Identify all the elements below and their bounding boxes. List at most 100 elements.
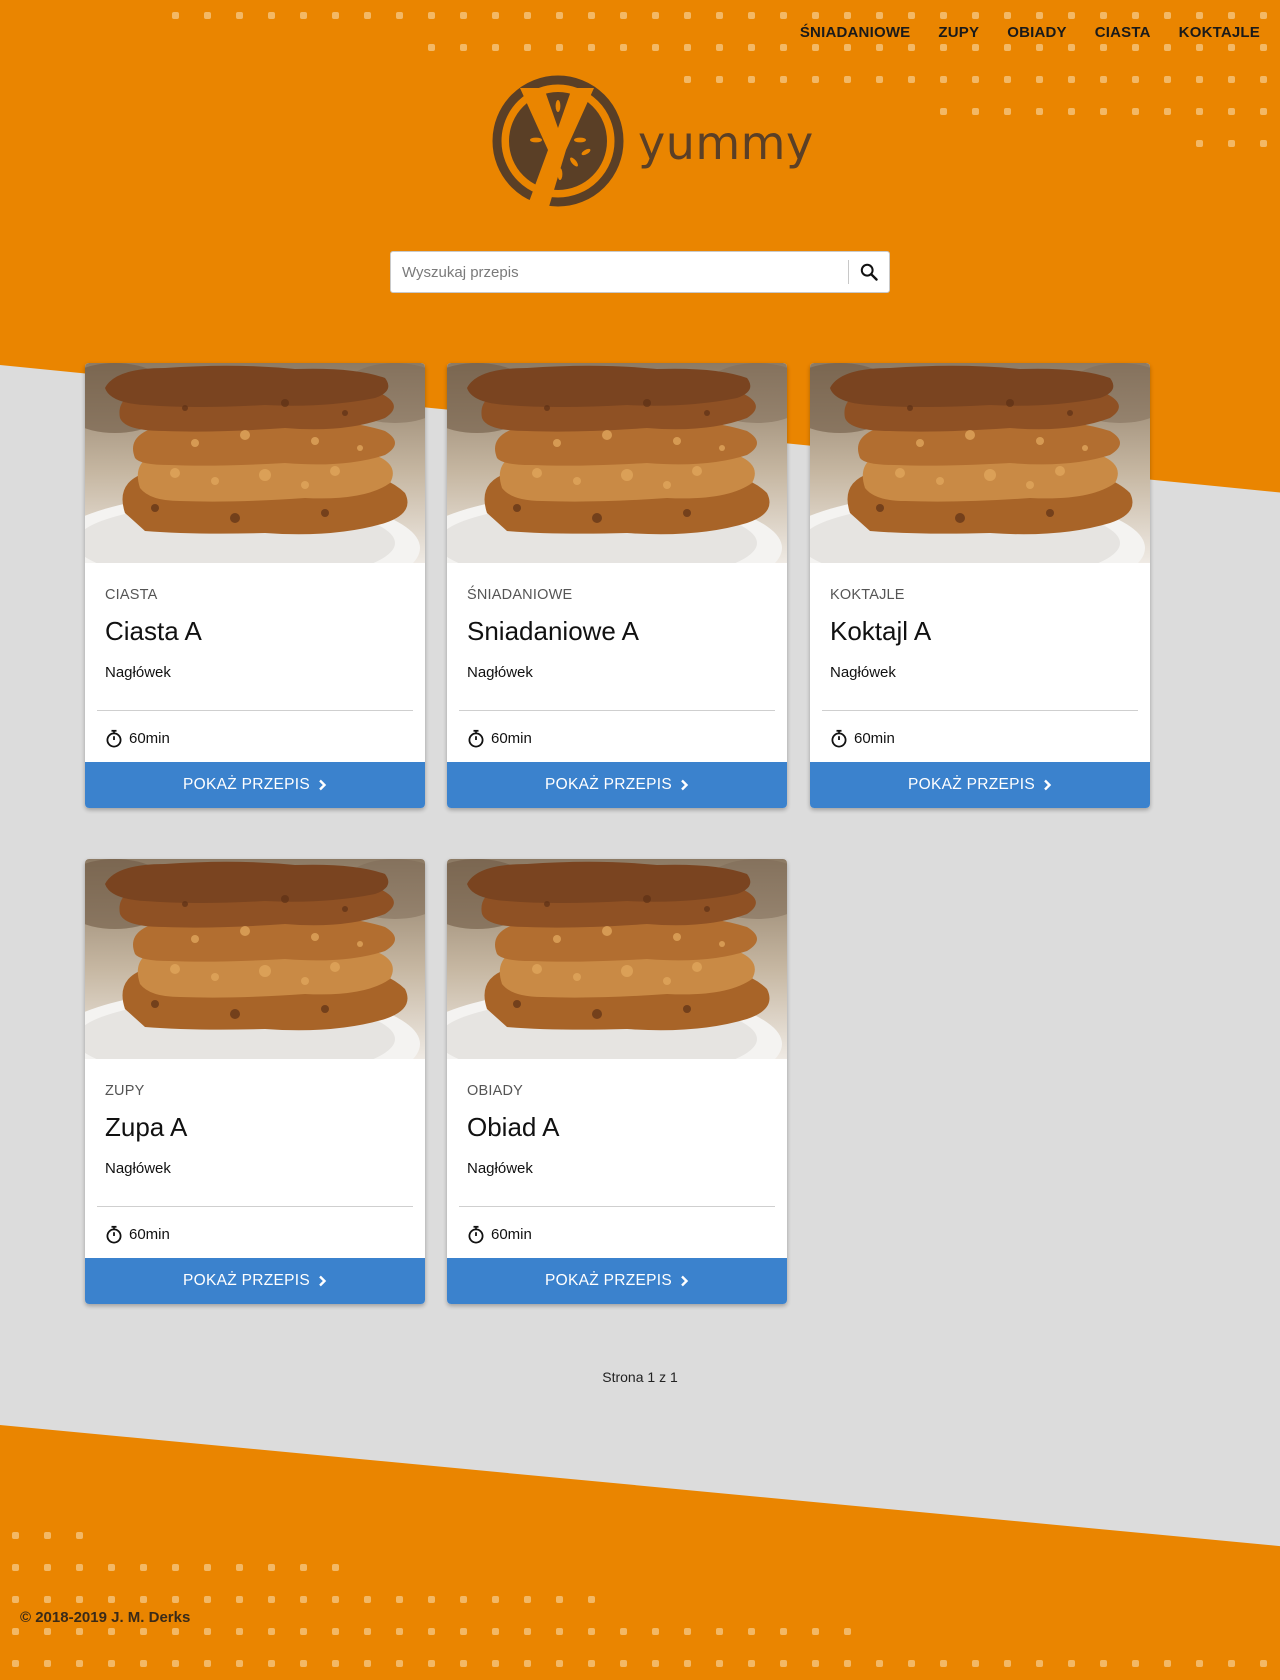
decor-dot bbox=[524, 44, 531, 51]
decor-dot bbox=[684, 12, 691, 19]
decor-dot bbox=[1164, 12, 1171, 19]
decor-dot bbox=[1260, 108, 1267, 115]
show-recipe-button[interactable]: POKAŻ PRZEPIS bbox=[447, 1258, 787, 1304]
show-recipe-label: POKAŻ PRZEPIS bbox=[182, 1272, 311, 1289]
decor-dot bbox=[12, 1628, 19, 1635]
decor-dot bbox=[492, 44, 499, 51]
decor-dot bbox=[300, 1596, 307, 1603]
recipe-photo[interactable] bbox=[810, 363, 1150, 563]
recipe-category: ŚNIADANIOWE bbox=[467, 587, 573, 603]
decor-dot bbox=[972, 1660, 979, 1667]
decor-dot bbox=[556, 1628, 563, 1635]
decor-dot bbox=[812, 12, 819, 19]
decor-dot bbox=[1260, 12, 1267, 19]
decor-dot bbox=[1228, 76, 1235, 83]
decor-dot bbox=[524, 12, 531, 19]
recipe-title: Ciasta A bbox=[105, 616, 202, 646]
recipe-photo[interactable] bbox=[85, 859, 425, 1059]
decor-dot bbox=[1004, 44, 1011, 51]
decor-dot bbox=[588, 1660, 595, 1667]
decor-dot bbox=[1100, 76, 1107, 83]
nav-koktajle[interactable]: KOKTAJLE bbox=[1179, 24, 1260, 41]
nav-sniadaniowe[interactable]: ŚNIADANIOWE bbox=[800, 24, 911, 41]
decor-dot bbox=[300, 1660, 307, 1667]
decor-dot bbox=[620, 44, 627, 51]
decor-dot bbox=[76, 1564, 83, 1571]
footer-copyright: © 2018-2019 J. M. Derks bbox=[20, 1609, 191, 1626]
decor-dot bbox=[556, 44, 563, 51]
decor-dot bbox=[972, 108, 979, 115]
decor-dot bbox=[652, 44, 659, 51]
decor-dot bbox=[556, 12, 563, 19]
decor-dot bbox=[844, 12, 851, 19]
decor-dot bbox=[780, 1628, 787, 1635]
decor-dot bbox=[1004, 1660, 1011, 1667]
decor-dot bbox=[1068, 108, 1075, 115]
decor-dot bbox=[876, 12, 883, 19]
decor-dot bbox=[492, 12, 499, 19]
nav-obiady[interactable]: OBIADY bbox=[1007, 24, 1067, 41]
decor-dot bbox=[556, 1596, 563, 1603]
decor-dot bbox=[1196, 108, 1203, 115]
recipe-photo[interactable] bbox=[447, 859, 787, 1059]
decor-dot bbox=[172, 1596, 179, 1603]
decor-dot bbox=[1036, 108, 1043, 115]
recipe-title: Zupa A bbox=[105, 1112, 188, 1142]
decor-dot bbox=[300, 12, 307, 19]
decor-dot bbox=[1164, 76, 1171, 83]
recipe-time: 60min bbox=[467, 1225, 532, 1244]
show-recipe-button[interactable]: POKAŻ PRZEPIS bbox=[85, 1258, 425, 1304]
decor-dot bbox=[1132, 76, 1139, 83]
recipe-card: CIASTA Ciasta A Nagłówek 60min POKAŻ PRZ… bbox=[85, 363, 425, 808]
decor-dot bbox=[748, 1660, 755, 1667]
decor-dot bbox=[268, 1596, 275, 1603]
decor-dot bbox=[716, 12, 723, 19]
search-button[interactable] bbox=[849, 252, 889, 292]
decor-dot bbox=[684, 1660, 691, 1667]
search-input[interactable] bbox=[391, 252, 848, 292]
recipe-category: KOKTAJLE bbox=[830, 587, 905, 603]
recipe-photo[interactable] bbox=[85, 363, 425, 563]
show-recipe-button[interactable]: POKAŻ PRZEPIS bbox=[810, 762, 1150, 808]
decor-dot bbox=[236, 1564, 243, 1571]
decor-dot bbox=[140, 1564, 147, 1571]
nav-ciasta[interactable]: CIASTA bbox=[1095, 24, 1151, 41]
decor-dot bbox=[1196, 44, 1203, 51]
show-recipe-label: POKAŻ PRZEPIS bbox=[544, 1272, 673, 1289]
decor-dot bbox=[332, 1628, 339, 1635]
decor-dot bbox=[1228, 44, 1235, 51]
show-recipe-label: POKAŻ PRZEPIS bbox=[182, 776, 311, 793]
decor-dot bbox=[204, 12, 211, 19]
decor-dot bbox=[364, 1660, 371, 1667]
decor-dot bbox=[1164, 108, 1171, 115]
decor-dot bbox=[1132, 108, 1139, 115]
decor-dot bbox=[44, 1628, 51, 1635]
decor-dot bbox=[652, 1660, 659, 1667]
decor-dot bbox=[620, 1660, 627, 1667]
nav-zupy[interactable]: ZUPY bbox=[938, 24, 979, 41]
decor-dot bbox=[1228, 1660, 1235, 1667]
decor-dot bbox=[1100, 108, 1107, 115]
decor-dot bbox=[460, 12, 467, 19]
decor-dot bbox=[428, 1596, 435, 1603]
decor-dot bbox=[44, 1564, 51, 1571]
decor-dot bbox=[44, 1532, 51, 1539]
decor-dot bbox=[364, 1628, 371, 1635]
recipe-subtitle: Nagłówek bbox=[830, 664, 896, 681]
decor-dot bbox=[652, 12, 659, 19]
show-recipe-button[interactable]: POKAŻ PRZEPIS bbox=[447, 762, 787, 808]
show-recipe-button[interactable]: POKAŻ PRZEPIS bbox=[85, 762, 425, 808]
decor-dot bbox=[1036, 44, 1043, 51]
citrus-logo-icon bbox=[492, 75, 624, 210]
recipe-time-value: 60min bbox=[491, 730, 532, 747]
decor-dot bbox=[1036, 12, 1043, 19]
decor-dot bbox=[108, 1628, 115, 1635]
decor-dot bbox=[300, 1628, 307, 1635]
decor-dot bbox=[12, 1660, 19, 1667]
decor-dot bbox=[1004, 108, 1011, 115]
decor-dot bbox=[972, 44, 979, 51]
site-logo[interactable]: yummy bbox=[490, 70, 814, 212]
stopwatch-icon bbox=[106, 729, 122, 748]
recipe-photo[interactable] bbox=[447, 363, 787, 563]
decor-dot bbox=[588, 1628, 595, 1635]
